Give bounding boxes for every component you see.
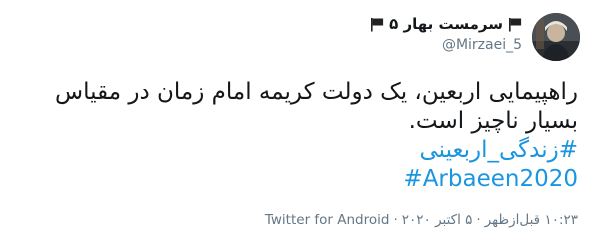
meta-separator: · — [393, 212, 398, 228]
display-name-row[interactable]: سرمست بهار ۵ — [370, 14, 522, 34]
tweet-text-line: بسیار ناچیز است. — [408, 108, 578, 134]
tweet-card: سرمست بهار ۵ @Mirzaei_5 راهپیمایی اربعین… — [0, 0, 600, 249]
hashtag-link[interactable]: #زندگی_اربعینی — [22, 136, 578, 165]
flag-icon — [371, 17, 384, 31]
flag-icon — [509, 17, 522, 31]
tweet-time[interactable]: ۱۰:۲۳ قبل‌ازظهر — [485, 212, 578, 228]
tweet-text: راهپیمایی اربعین، یک دولت کریمه امام زما… — [22, 78, 578, 194]
hashtag-link[interactable]: #Arbaeen2020 — [22, 165, 578, 194]
tweet-source[interactable]: Twitter for Android — [265, 212, 390, 228]
meta-separator: · — [476, 212, 481, 228]
tweet-meta: ۱۰:۲۳ قبل‌ازظهر · ۵ اکتبر ۲۰۲۰ · Twitter… — [265, 212, 578, 228]
avatar-image — [532, 13, 580, 61]
display-name: سرمست بهار ۵ — [389, 15, 503, 33]
tweet-date[interactable]: ۵ اکتبر ۲۰۲۰ — [402, 212, 473, 228]
avatar[interactable] — [532, 13, 580, 61]
tweet-text-line: راهپیمایی اربعین، یک دولت کریمه امام زما… — [55, 79, 578, 105]
user-handle[interactable]: @Mirzaei_5 — [442, 37, 522, 53]
